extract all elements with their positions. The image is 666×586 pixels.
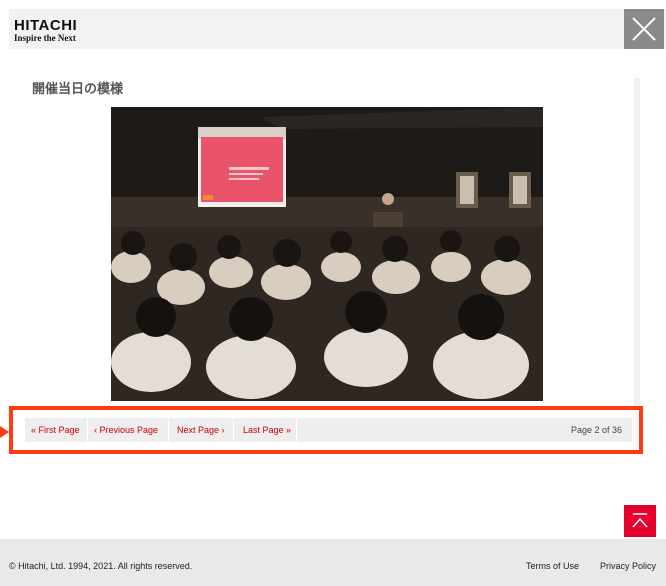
pager-divider: [87, 418, 88, 442]
pager-divider: [168, 418, 169, 442]
chevron-up-icon: [632, 513, 648, 528]
scroll-rail: [634, 78, 640, 408]
terms-of-use-link[interactable]: Terms of Use: [526, 561, 579, 571]
first-page-link[interactable]: « First Page: [31, 418, 80, 442]
close-button[interactable]: [624, 9, 664, 49]
logo-wordmark: HITACHI: [14, 17, 78, 34]
page-title: 開催当日の模様: [32, 81, 124, 96]
pager-divider: [296, 418, 297, 442]
last-page-link[interactable]: Last Page »: [243, 418, 291, 442]
event-photo: [111, 107, 543, 401]
site-footer: © Hitachi, Ltd. 1994, 2021. All rights r…: [0, 539, 666, 586]
copyright-text: © Hitachi, Ltd. 1994, 2021. All rights r…: [9, 561, 193, 571]
event-photo-illustration: [111, 107, 543, 401]
close-icon: [632, 17, 656, 41]
hitachi-logo[interactable]: HITACHI Inspire the Next: [14, 18, 77, 43]
previous-page-link[interactable]: ‹ Previous Page: [94, 418, 158, 442]
back-to-top-button[interactable]: [624, 505, 656, 537]
pagination-bar: « First Page ‹ Previous Page Next Page ›…: [25, 418, 632, 442]
page-count: Page 2 of 36: [570, 425, 622, 435]
logo-tagline: Inspire the Next: [14, 33, 76, 43]
site-header: HITACHI Inspire the Next: [9, 9, 666, 49]
privacy-policy-link[interactable]: Privacy Policy: [600, 561, 656, 571]
next-page-link[interactable]: Next Page ›: [177, 418, 225, 442]
highlight-pointer: [0, 426, 9, 438]
pager-divider: [233, 418, 234, 442]
